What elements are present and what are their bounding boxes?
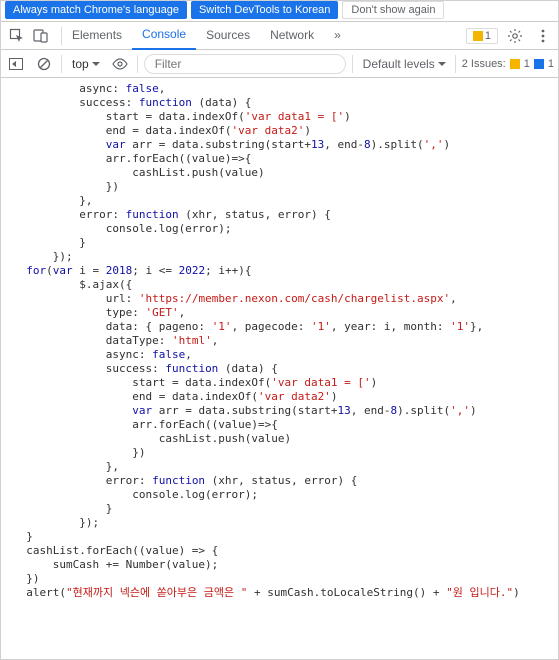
console-code[interactable]: async: false, success: function (data) {… bbox=[1, 78, 558, 604]
device-toolbar-icon[interactable] bbox=[29, 24, 53, 48]
info-icon bbox=[534, 59, 544, 69]
separator bbox=[455, 55, 456, 73]
tab-network[interactable]: Network bbox=[260, 22, 324, 49]
tab-more[interactable]: » bbox=[324, 22, 351, 49]
context-selector[interactable]: top bbox=[68, 55, 103, 73]
separator bbox=[352, 55, 353, 73]
separator bbox=[137, 55, 138, 73]
settings-icon[interactable] bbox=[504, 25, 526, 47]
console-toolbar: top Default levels 2 Issues: 1 1 bbox=[1, 50, 558, 78]
clear-console-icon[interactable] bbox=[33, 53, 55, 75]
language-banner: Always match Chrome's language Switch De… bbox=[1, 1, 558, 22]
log-level-selector[interactable]: Default levels bbox=[359, 55, 449, 73]
warning-icon bbox=[473, 31, 483, 41]
issues-warn-count: 1 bbox=[524, 58, 530, 70]
separator bbox=[61, 55, 62, 73]
eye-icon[interactable] bbox=[109, 53, 131, 75]
more-menu-icon[interactable] bbox=[532, 25, 554, 47]
tab-console[interactable]: Console bbox=[132, 21, 196, 50]
dont-show-again-button[interactable]: Don't show again bbox=[342, 1, 444, 19]
switch-devtools-language-button[interactable]: Switch DevTools to Korean bbox=[191, 1, 338, 19]
warning-badge[interactable]: 1 bbox=[466, 28, 498, 44]
tab-elements[interactable]: Elements bbox=[62, 22, 132, 49]
filter-input[interactable] bbox=[144, 54, 346, 74]
tab-sources[interactable]: Sources bbox=[196, 22, 260, 49]
devtools-tabs: Elements Console Sources Network » 1 bbox=[1, 22, 558, 50]
warning-icon bbox=[510, 59, 520, 69]
issues-label: 2 Issues: bbox=[462, 58, 506, 70]
issues-button[interactable]: 2 Issues: 1 1 bbox=[462, 58, 554, 70]
sidebar-toggle-icon[interactable] bbox=[5, 53, 27, 75]
issues-info-count: 1 bbox=[548, 58, 554, 70]
inspect-icon[interactable] bbox=[5, 24, 29, 48]
warning-count: 1 bbox=[485, 30, 491, 42]
match-chrome-language-button[interactable]: Always match Chrome's language bbox=[5, 1, 187, 19]
